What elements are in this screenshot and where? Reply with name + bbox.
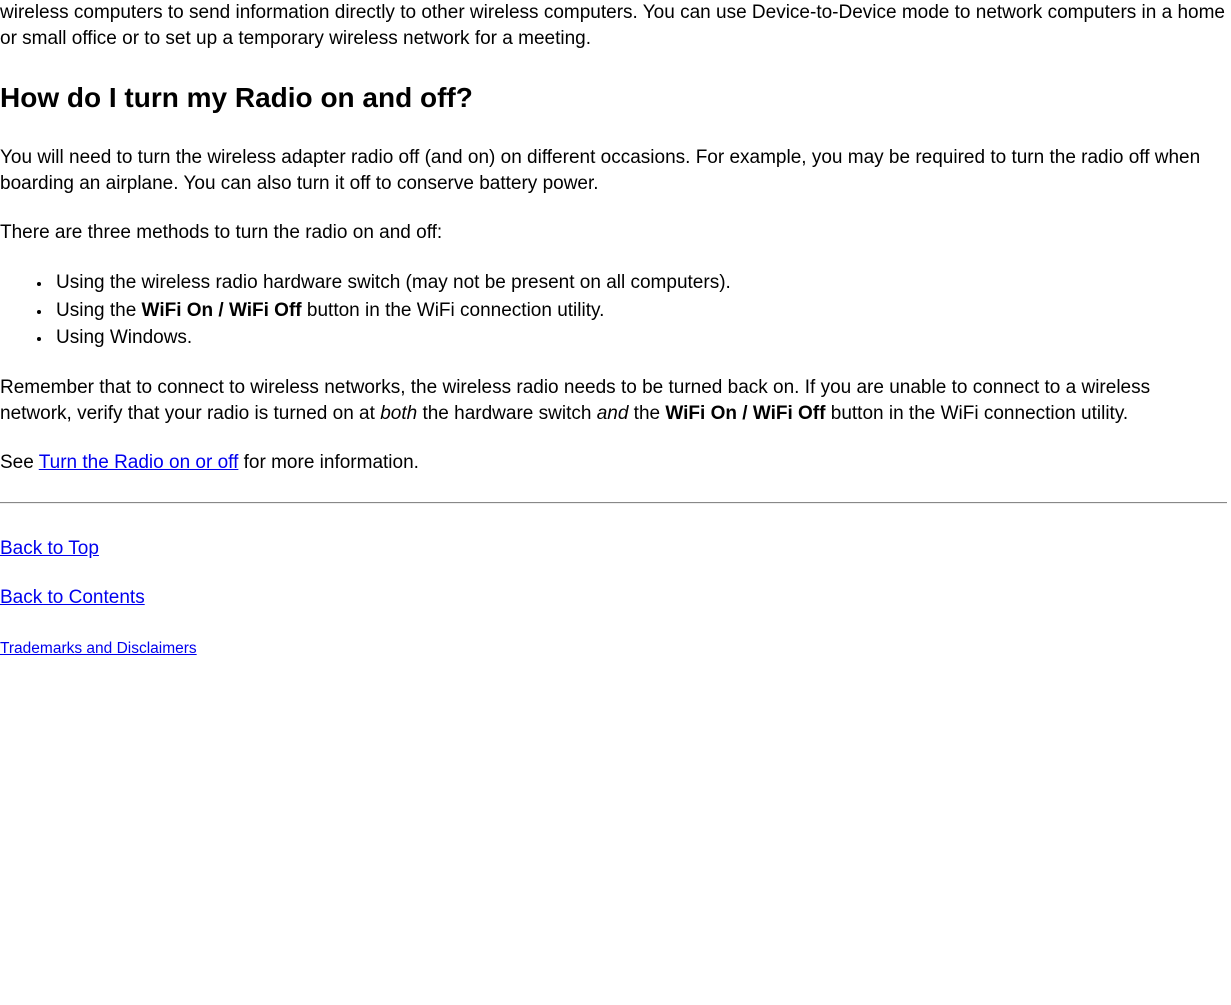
paragraph-3: Remember that to connect to wireless net… [0, 375, 1227, 426]
paragraph-4: See Turn the Radio on or off for more in… [0, 450, 1227, 476]
paragraph-italic: and [597, 403, 629, 424]
paragraph-2: There are three methods to turn the radi… [0, 220, 1227, 246]
list-item-text: Using the [56, 300, 142, 321]
trademarks-link[interactable]: Trademarks and Disclaimers [0, 640, 197, 657]
paragraph-text: button in the WiFi connection utility. [825, 403, 1128, 424]
paragraph-text: See [0, 452, 39, 473]
paragraph-bold: WiFi On / WiFi Off [665, 403, 825, 424]
list-item: Using Windows. [52, 325, 1227, 351]
paragraph-1: You will need to turn the wireless adapt… [0, 145, 1227, 196]
list-item: Using the WiFi On / WiFi Off button in t… [52, 298, 1227, 324]
list-item-bold: WiFi On / WiFi Off [142, 300, 302, 321]
back-to-contents-link[interactable]: Back to Contents [0, 587, 145, 608]
back-to-top-link[interactable]: Back to Top [0, 538, 99, 559]
paragraph-italic: both [380, 403, 417, 424]
list-item: Using the wireless radio hardware switch… [52, 270, 1227, 296]
horizontal-rule [0, 502, 1227, 504]
paragraph-text: for more information. [238, 452, 419, 473]
back-to-contents-paragraph: Back to Contents [0, 585, 1227, 611]
turn-radio-link[interactable]: Turn the Radio on or off [39, 452, 239, 473]
paragraph-text: the [628, 403, 665, 424]
trademarks-paragraph: Trademarks and Disclaimers [0, 635, 1227, 661]
methods-list: Using the wireless radio hardware switch… [0, 270, 1227, 351]
list-item-text: button in the WiFi connection utility. [302, 300, 605, 321]
intro-paragraph: wireless computers to send information d… [0, 0, 1227, 51]
back-to-top-paragraph: Back to Top [0, 536, 1227, 562]
paragraph-text: the hardware switch [417, 403, 597, 424]
section-heading: How do I turn my Radio on and off? [0, 79, 1227, 117]
